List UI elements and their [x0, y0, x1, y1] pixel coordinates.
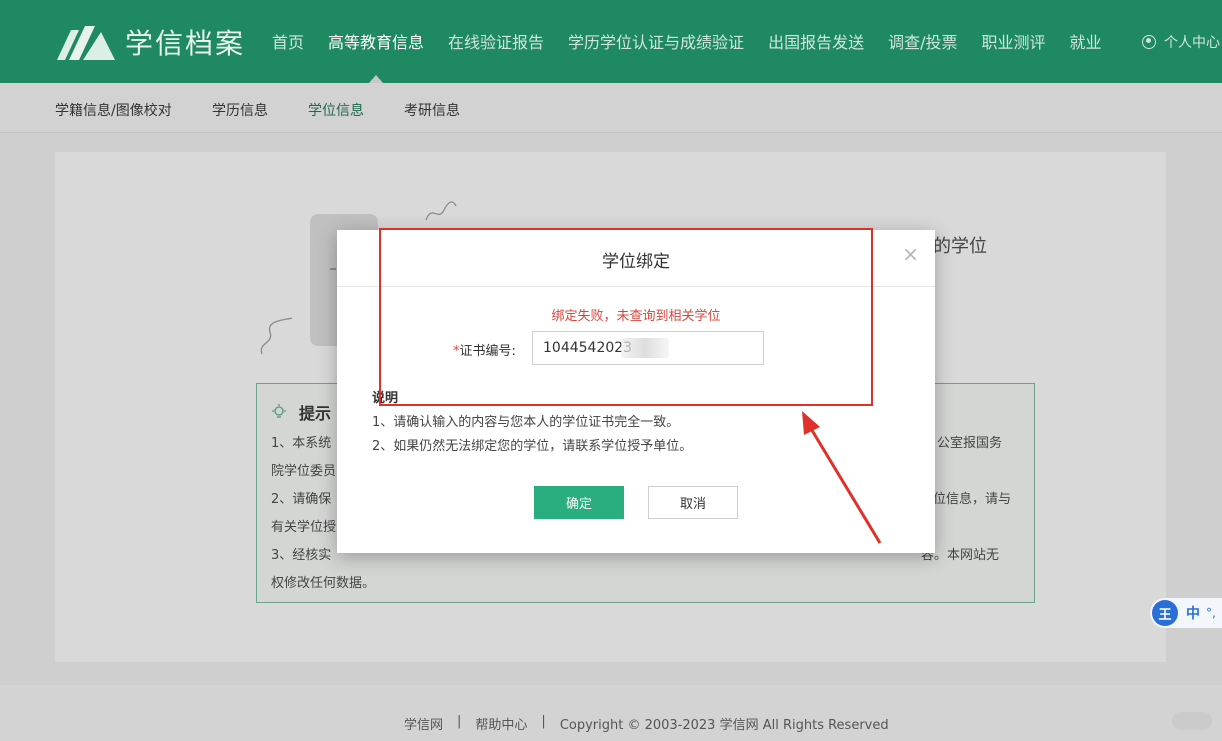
nav-item-higher-education[interactable]: 高等教育信息 — [328, 0, 424, 83]
user-center-link[interactable]: 个人中心 — [1142, 0, 1220, 83]
footer-copyright: Copyright © 2003-2023 学信网 All Rights Res… — [559, 718, 889, 733]
sub-nav: 学籍信息/图像校对 学历信息 学位信息 考研信息 — [0, 83, 1222, 133]
site-logo[interactable]: 学信档案 — [55, 22, 245, 62]
squiggle-icon — [425, 201, 457, 221]
tip-line: 权修改任何数据。 — [271, 576, 376, 591]
ime-mode[interactable]: 中 — [1186, 603, 1200, 623]
footer-link-chsi[interactable]: 学信网 — [404, 714, 443, 733]
tip-line: 院学位委员 — [271, 464, 337, 479]
ime-toolbar[interactable]: 王 中 °, — [1150, 598, 1222, 628]
annotation-arrow-icon — [802, 411, 882, 544]
annotation-highlight-box — [379, 228, 873, 406]
cancel-button[interactable]: 取消 — [648, 486, 738, 519]
footer-links: 学信网 | 帮助中心 | Copyright © 2003-2023 学信网 A… — [404, 714, 903, 733]
user-icon — [1142, 34, 1156, 49]
ime-punctuation[interactable]: °, — [1206, 606, 1216, 620]
tip-line: 位信息，请与 — [933, 492, 1012, 507]
note-line: 1、请确认输入的内容与您本人的学位证书完全一致。 — [372, 415, 680, 430]
nav-item-online-report[interactable]: 在线验证报告 — [448, 0, 544, 83]
subnav-item-enrollment[interactable]: 学籍信息/图像校对 — [55, 100, 172, 120]
tip-title: 提示 — [299, 404, 332, 423]
note-line: 2、如果仍然无法绑定您的学位，请联系学位授予单位。 — [372, 439, 693, 454]
tip-header: 提示 — [271, 400, 331, 424]
main-nav: 首页 高等教育信息 在线验证报告 学历学位认证与成绩验证 出国报告发送 调查/投… — [272, 0, 1126, 83]
subnav-item-degree[interactable]: 学位信息 — [308, 100, 364, 120]
nav-item-survey[interactable]: 调查/投票 — [888, 0, 957, 83]
footer-separator: | — [541, 714, 546, 729]
watermark-badge — [1172, 712, 1212, 730]
nav-item-home[interactable]: 首页 — [272, 0, 304, 83]
nav-item-overseas-report[interactable]: 出国报告发送 — [768, 0, 864, 83]
tip-line: 公室报国务 — [937, 436, 1003, 451]
nav-item-employment[interactable]: 就业 — [1070, 0, 1102, 83]
tip-line: 2、请确保 — [271, 492, 332, 507]
background-title: 的学位 — [933, 236, 987, 257]
nav-item-career-test[interactable]: 职业测评 — [981, 0, 1045, 83]
squiggle-icon — [260, 317, 293, 355]
tip-line: 有关学位授 — [271, 520, 337, 535]
footer-separator: | — [457, 714, 462, 729]
logo-book-icon — [57, 26, 115, 60]
ime-logo-icon: 王 — [1152, 600, 1178, 626]
active-caret-icon — [369, 75, 384, 83]
top-navbar: 学信档案 首页 高等教育信息 在线验证报告 学历学位认证与成绩验证 出国报告发送… — [0, 0, 1222, 83]
document-illustration-line — [330, 268, 336, 270]
confirm-button[interactable]: 确定 — [534, 486, 624, 519]
user-center-label: 个人中心 — [1164, 34, 1220, 51]
nav-item-label: 高等教育信息 — [328, 33, 425, 52]
footer: 学信网 | 帮助中心 | Copyright © 2003-2023 学信网 A… — [0, 685, 1222, 741]
footer-link-help[interactable]: 帮助中心 — [475, 714, 527, 733]
tip-line: 3、经核实 — [271, 548, 332, 563]
nav-item-certification[interactable]: 学历学位认证与成绩验证 — [568, 0, 744, 83]
tip-line: 1、本系统 — [271, 436, 332, 451]
subnav-item-postgrad[interactable]: 考研信息 — [404, 100, 460, 120]
logo-text: 学信档案 — [125, 27, 246, 60]
close-icon[interactable]: × — [902, 244, 919, 264]
subnav-item-education[interactable]: 学历信息 — [212, 100, 268, 120]
lightbulb-icon — [272, 404, 286, 418]
